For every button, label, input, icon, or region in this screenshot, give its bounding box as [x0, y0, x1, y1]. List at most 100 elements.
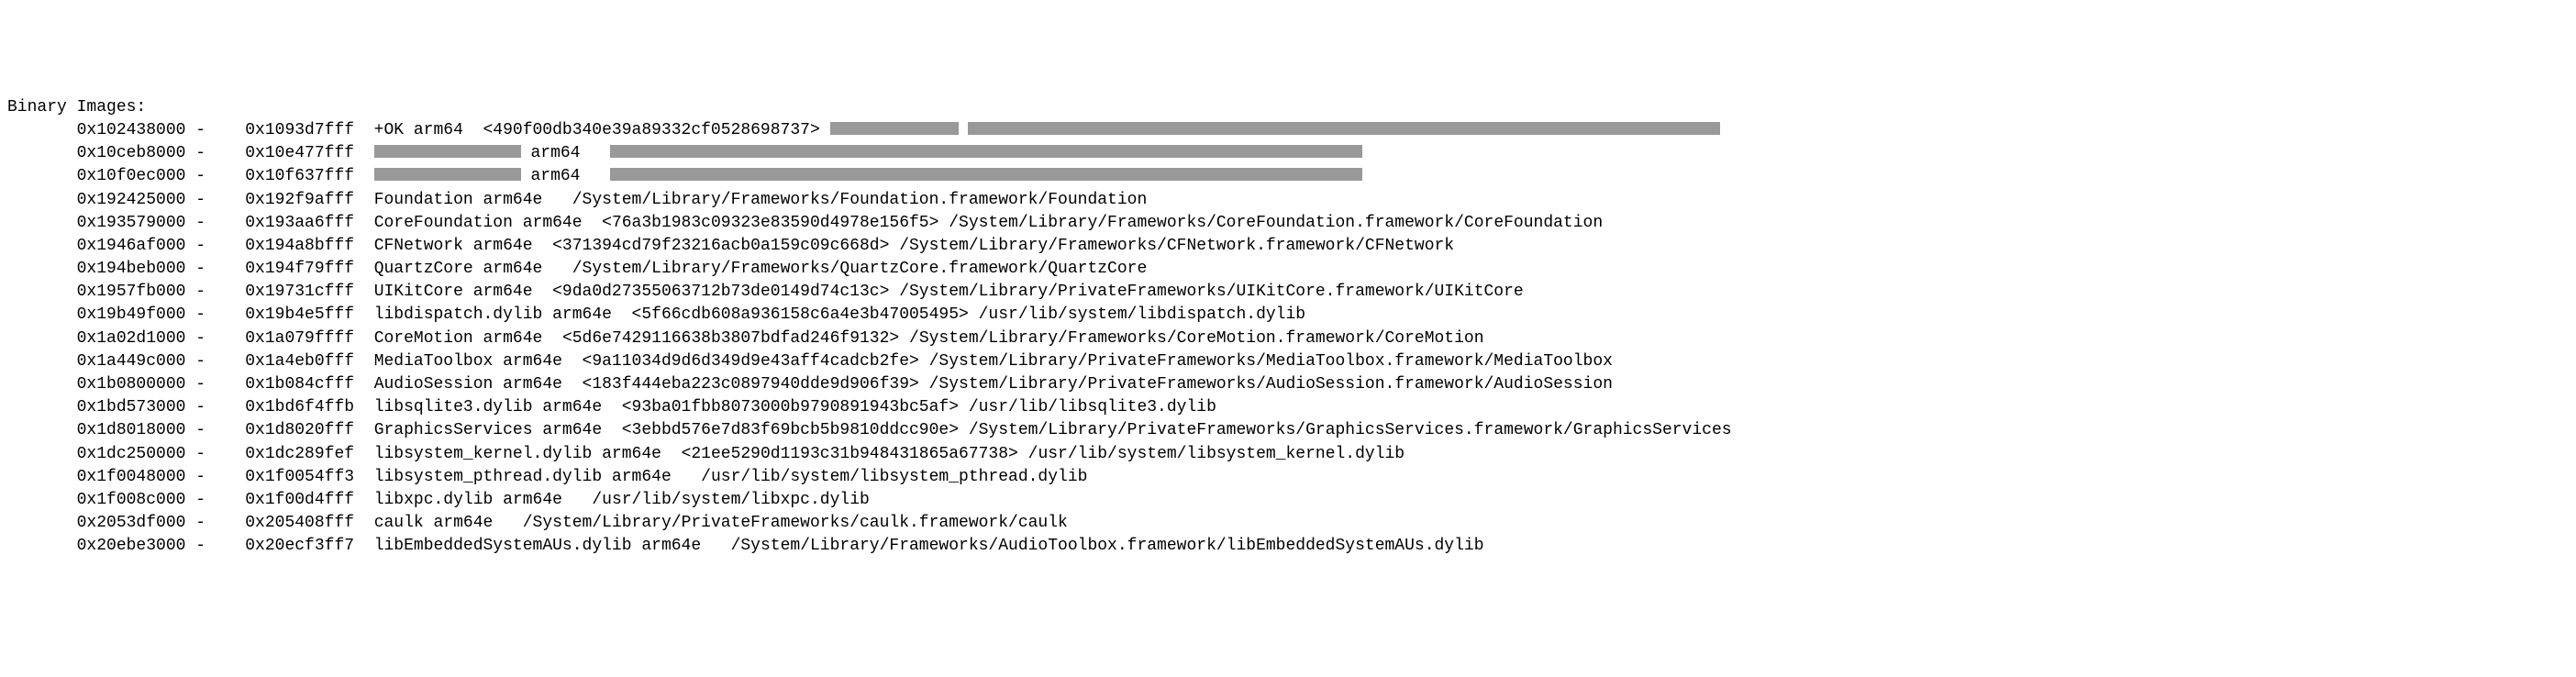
binary-name: CoreMotion arm64e: [374, 329, 543, 348]
addr-end: 0x1a4eb0fff: [216, 352, 354, 371]
binary-name: libsqlite3.dylib arm64e: [374, 398, 602, 416]
binary-name: libsystem_pthread.dylib arm64e: [374, 468, 672, 486]
binary-path: /System/Library/Frameworks/CoreFoundatio…: [949, 214, 1603, 232]
binary-uuid: <9da0d27355063712b73de0149d74c13c>: [552, 283, 889, 301]
redacted-segment: [374, 168, 521, 181]
binary-uuid: <183f444eba223c0897940dde9d906f39>: [583, 375, 919, 394]
addr-end: 0x1f0054ff3: [216, 468, 354, 486]
addr-end: 0x1f00d4fff: [216, 491, 354, 509]
binary-name: libEmbeddedSystemAUs.dylib arm64e: [374, 537, 701, 555]
binary-image-row: 0x20ebe3000 - 0x20ecf3ff7 libEmbeddedSys…: [7, 535, 2569, 558]
addr-end: 0x192f9afff: [216, 191, 354, 209]
binary-uuid: <93ba01fbb8073000b9790891943bc5af>: [622, 398, 959, 416]
binary-image-row: 0x1b0800000 - 0x1b084cfff AudioSession a…: [7, 373, 2569, 396]
addr-start: 0x192425000: [7, 191, 185, 209]
addr-end: 0x205408fff: [216, 514, 354, 532]
binary-name: MediaToolbox arm64e: [374, 352, 562, 371]
binary-uuid: <9a11034d9d6d349d9e43aff4cadcb2fe>: [583, 352, 919, 371]
binary-path: /System/Library/Frameworks/Foundation.fr…: [572, 191, 1148, 209]
redacted-segment: [968, 122, 1720, 135]
addr-start: 0x1bd573000: [7, 398, 185, 416]
addr-end: 0x1bd6f4ffb: [216, 398, 354, 416]
binary-uuid: <3ebbd576e7d83f69bcb5b9810ddcc90e>: [622, 421, 959, 439]
addr-start: 0x1b0800000: [7, 375, 185, 394]
addr-end: 0x19731cfff: [216, 283, 354, 301]
addr-end: 0x194f79fff: [216, 260, 354, 278]
binary-image-row: 0x1946af000 - 0x194a8bfff CFNetwork arm6…: [7, 235, 2569, 258]
binary-image-row: 0x193579000 - 0x193aa6fff CoreFoundation…: [7, 212, 2569, 235]
binary-image-row: 0x1f0048000 - 0x1f0054ff3 libsystem_pthr…: [7, 466, 2569, 489]
addr-end: 0x1dc289fef: [216, 445, 354, 463]
binary-name: libdispatch.dylib arm64e: [374, 305, 612, 324]
binary-path: /System/Library/Frameworks/CFNetwork.fra…: [899, 237, 1454, 255]
binary-image-row: 0x1bd573000 - 0x1bd6f4ffb libsqlite3.dyl…: [7, 396, 2569, 419]
addr-start: 0x1a02d1000: [7, 329, 185, 348]
binary-uuid: <371394cd79f23216acb0a159c09c668d>: [552, 237, 889, 255]
binary-image-row: 0x1d8018000 - 0x1d8020fff GraphicsServic…: [7, 419, 2569, 442]
redacted-segment: [610, 145, 1362, 158]
addr-start: 0x1a449c000: [7, 352, 185, 371]
redacted-segment: [374, 145, 521, 158]
binary-image-row: 0x10ceb8000 - 0x10e477fff arm64: [7, 142, 2569, 165]
binary-path: /System/Library/PrivateFrameworks/Graphi…: [969, 421, 1732, 439]
binary-name: QuartzCore arm64e: [374, 260, 543, 278]
binary-path: /usr/lib/system/libdispatch.dylib: [979, 305, 1305, 324]
binary-path: /System/Library/Frameworks/QuartzCore.fr…: [572, 260, 1148, 278]
addr-end: 0x19b4e5fff: [216, 305, 354, 324]
addr-end: 0x1a079ffff: [216, 329, 354, 348]
binary-image-row: 0x1a02d1000 - 0x1a079ffff CoreMotion arm…: [7, 327, 2569, 350]
addr-start: 0x1957fb000: [7, 283, 185, 301]
addr-start: 0x19b49f000: [7, 305, 185, 324]
binary-name: CoreFoundation arm64e: [374, 214, 583, 232]
binary-image-row: 0x10f0ec000 - 0x10f637fff arm64: [7, 165, 2569, 188]
addr-start: 0x1dc250000: [7, 445, 185, 463]
binary-image-row: 0x19b49f000 - 0x19b4e5fff libdispatch.dy…: [7, 304, 2569, 327]
binary-uuid: <5d6e7429116638b3807bdfad246f9132>: [562, 329, 899, 348]
addr-end: 0x20ecf3ff7: [216, 537, 354, 555]
addr-end: 0x1b084cfff: [216, 375, 354, 394]
binary-image-row: 0x1dc250000 - 0x1dc289fef libsystem_kern…: [7, 443, 2569, 466]
binary-name: CFNetwork arm64e: [374, 237, 533, 255]
binary-name: Foundation arm64e: [374, 191, 543, 209]
section-header: Binary Images:: [7, 96, 2569, 119]
binary-image-row: 0x1a449c000 - 0x1a4eb0fff MediaToolbox a…: [7, 350, 2569, 373]
binary-path: /System/Library/PrivateFrameworks/MediaT…: [929, 352, 1613, 371]
binary-name: GraphicsServices arm64e: [374, 421, 602, 439]
binary-name: libsystem_kernel.dylib arm64e: [374, 445, 661, 463]
addr-start: 0x20ebe3000: [7, 537, 185, 555]
binary-path: /usr/lib/libsqlite3.dylib: [969, 398, 1216, 416]
addr-start: 0x1d8018000: [7, 421, 185, 439]
binary-path: /usr/lib/system/libsystem_kernel.dylib: [1028, 445, 1405, 463]
binary-image-row: 0x1f008c000 - 0x1f00d4fff libxpc.dylib a…: [7, 489, 2569, 512]
binary-name: AudioSession arm64e: [374, 375, 562, 394]
binary-image-row: 0x194beb000 - 0x194f79fff QuartzCore arm…: [7, 258, 2569, 281]
binary-uuid: <76a3b1983c09323e83590d4978e156f5>: [602, 214, 938, 232]
binary-image-row: 0x102438000 - 0x1093d7fff +OK arm64 <490…: [7, 119, 2569, 142]
binary-uuid: <5f66cdb608a936158c6a4e3b47005495>: [632, 305, 969, 324]
binary-image-row: 0x192425000 - 0x192f9afff Foundation arm…: [7, 189, 2569, 212]
binary-path: /usr/lib/system/libsystem_pthread.dylib: [701, 468, 1087, 486]
addr-end: 0x193aa6fff: [216, 214, 354, 232]
binary-name: libxpc.dylib arm64e: [374, 491, 562, 509]
redacted-segment: [830, 122, 959, 135]
addr-start: 0x1f0048000: [7, 468, 185, 486]
binary-path: /System/Library/PrivateFrameworks/AudioS…: [929, 375, 1613, 394]
binary-path: /System/Library/Frameworks/AudioToolbox.…: [731, 537, 1484, 555]
addr-start: 0x1f008c000: [7, 491, 185, 509]
binary-image-row: 0x1957fb000 - 0x19731cfff UIKitCore arm6…: [7, 281, 2569, 304]
binary-name: caulk arm64e: [374, 514, 494, 532]
binary-image-row: 0x2053df000 - 0x205408fff caulk arm64e /…: [7, 512, 2569, 535]
redacted-segment: [610, 168, 1362, 181]
addr-end: 0x1d8020fff: [216, 421, 354, 439]
binary-path: /System/Library/PrivateFrameworks/UIKitC…: [899, 283, 1524, 301]
addr-start: 0x1946af000: [7, 237, 185, 255]
addr-end: 0x194a8bfff: [216, 237, 354, 255]
binary-path: /usr/lib/system/libxpc.dylib: [592, 491, 869, 509]
addr-start: 0x193579000: [7, 214, 185, 232]
addr-start: 0x2053df000: [7, 514, 185, 532]
binary-uuid: <21ee5290d1193c31b948431865a67738>: [682, 445, 1018, 463]
addr-start: 0x194beb000: [7, 260, 185, 278]
binary-name: UIKitCore arm64e: [374, 283, 533, 301]
binary-path: /System/Library/Frameworks/CoreMotion.fr…: [909, 329, 1484, 348]
binary-path: /System/Library/PrivateFrameworks/caulk.…: [523, 514, 1068, 532]
